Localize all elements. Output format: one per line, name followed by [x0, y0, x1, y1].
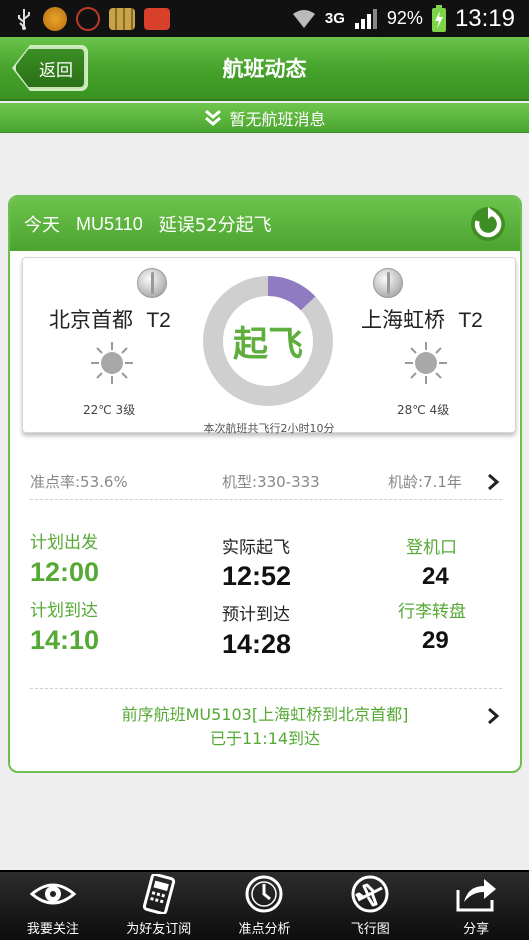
arrival-terminal: T2 — [458, 309, 483, 332]
nav-subscribe-friend-label: 为好友订阅 — [126, 922, 192, 937]
clock-icon — [245, 875, 283, 913]
plane-icon — [351, 875, 389, 913]
previous-flight-row[interactable]: 前序航班MU5103[上海虹桥到北京首都] 已于11:14到达 — [10, 703, 520, 753]
gate-number: 24 — [422, 563, 449, 590]
divider — [30, 688, 502, 689]
divider — [30, 499, 502, 500]
flight-card: 今天 MU5110 延误52分起飞 北京首都 T2 上海虹桥 T2 22℃ 3级… — [8, 195, 522, 773]
chevron-right-icon — [488, 473, 500, 491]
flight-duration: 本次航班共飞行2小时10分 — [203, 422, 335, 435]
status-bar: 3G 92% 13:19 — [0, 0, 529, 37]
message-bar[interactable]: 暂无航班消息 — [0, 103, 529, 133]
signal-icon — [354, 8, 377, 29]
sunny-icon — [91, 342, 133, 384]
clock: 13:19 — [454, 4, 515, 32]
nav-follow-label: 我要关注 — [26, 922, 79, 937]
expected-arrival-label: 预计到达 — [222, 605, 290, 625]
coin-app-icon — [43, 6, 67, 31]
flight-progress-arc — [267, 276, 316, 311]
double-chevron-down-icon — [205, 109, 222, 126]
page-title: 航班动态 — [222, 57, 307, 81]
planned-arrival-time: 14:10 — [30, 625, 100, 655]
battery-percent: 92% — [386, 8, 423, 28]
sunny-icon — [405, 342, 447, 384]
nav-flight-map[interactable]: 飞行图 — [317, 872, 423, 940]
arrival-pin-icon — [373, 268, 403, 298]
departure-pin-icon — [137, 268, 167, 298]
phone-icon — [142, 874, 175, 914]
aircraft-stats-row[interactable]: 准点率:53.6% 机型:330-333 机龄:7.1年 — [30, 467, 500, 495]
arrival-city-row: 上海虹桥 T2 — [361, 304, 483, 334]
message-text: 暂无航班消息 — [229, 109, 326, 129]
departure-city-row: 北京首都 T2 — [49, 304, 171, 334]
planned-arrival-label: 计划到达 — [30, 601, 98, 621]
nav-subscribe-friend[interactable]: 为好友订阅 — [106, 872, 212, 940]
on-time-rate: 准点率:53.6% — [30, 473, 128, 491]
arrival-weather: 28℃ 4级 — [397, 403, 450, 417]
network-type: 3G — [324, 10, 345, 27]
bottom-nav: 我要关注 为好友订阅 准点分析 飞行图 分享 — [0, 870, 529, 940]
app-header: 返回 航班动态 — [0, 37, 529, 101]
aircraft-type: 机型:330-333 — [222, 473, 320, 491]
refresh-icon[interactable] — [470, 206, 506, 242]
grid-app-icon — [109, 7, 135, 30]
previous-flight-arrival: 已于11:14到达 — [209, 729, 321, 748]
nav-on-time-analysis-label: 准点分析 — [238, 922, 291, 937]
wifi-icon — [292, 9, 315, 28]
flight-phase-label: 起飞 — [232, 324, 303, 365]
chevron-right-icon — [488, 707, 500, 725]
nav-follow[interactable]: 我要关注 — [0, 872, 106, 940]
flight-status: 延误52分起飞 — [158, 215, 272, 236]
share-icon — [456, 879, 497, 912]
departure-weather: 22℃ 3级 — [83, 403, 136, 417]
battery-charging-icon — [431, 4, 446, 32]
aircraft-age: 机龄:7.1年 — [388, 473, 462, 491]
nav-on-time-analysis[interactable]: 准点分析 — [212, 872, 318, 940]
baggage-label: 行李转盘 — [398, 602, 466, 622]
nav-share-label: 分享 — [463, 922, 490, 937]
flight-day: 今天 — [24, 215, 60, 236]
gate-label: 登机口 — [406, 538, 457, 558]
nav-flight-map-label: 飞行图 — [350, 922, 390, 937]
eye-icon — [29, 883, 77, 905]
nav-share[interactable]: 分享 — [423, 872, 529, 940]
red-app-icon — [144, 7, 170, 30]
baggage-carousel: 29 — [422, 627, 449, 654]
route-panel: 北京首都 T2 上海虹桥 T2 22℃ 3级 28℃ 4级 起飞 本次航班共飞行… — [22, 257, 516, 435]
departure-city: 北京首都 — [49, 308, 133, 332]
usb-icon — [14, 7, 34, 31]
planned-departure-time: 12:00 — [30, 557, 100, 587]
expected-arrival-time: 14:28 — [222, 629, 292, 659]
actual-departure-time: 12:52 — [222, 561, 292, 591]
previous-flight-route: 前序航班MU5103[上海虹桥到北京首都] — [121, 705, 409, 724]
planned-departure-label: 计划出发 — [30, 533, 98, 553]
flight-card-header: 今天 MU5110 延误52分起飞 — [10, 197, 520, 251]
flight-number: MU5110 — [76, 213, 143, 234]
departure-terminal: T2 — [146, 309, 171, 332]
arrival-city: 上海虹桥 — [361, 308, 445, 332]
blocked-app-icon — [76, 6, 100, 31]
actual-departure-label: 实际起飞 — [222, 538, 290, 558]
